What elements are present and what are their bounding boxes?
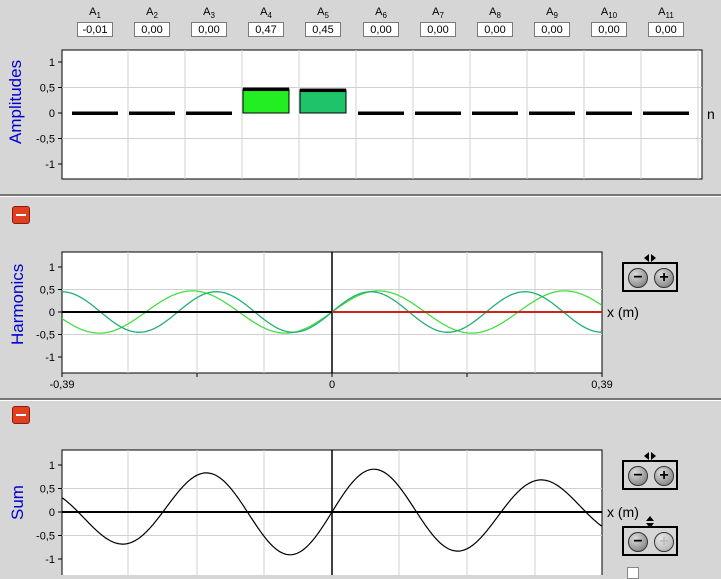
amplitude-label: A6 — [375, 6, 387, 21]
amplitude-bar-cap-1 — [72, 111, 118, 115]
collapse-sum-button[interactable] — [12, 406, 30, 424]
y-tick-label: -0,5 — [36, 330, 55, 342]
amplitude-label: A4 — [260, 6, 272, 21]
y-tick-label: 0,5 — [40, 484, 55, 496]
x-tick-label: 0,39 — [591, 379, 612, 391]
y-tick-label: 1 — [49, 460, 55, 472]
x-axis-unit: n — [707, 106, 715, 122]
x-tick-label: -0,39 — [49, 379, 74, 391]
amplitude-bar-cap-8 — [472, 111, 518, 115]
amplitude-column-11: A11 0,00 — [646, 3, 686, 37]
amplitude-input-7[interactable]: 0,00 — [420, 22, 456, 37]
amplitude-input-11[interactable]: 0,00 — [648, 22, 684, 37]
amplitude-column-10: A10 0,00 — [589, 3, 629, 37]
amplitude-bar-5 — [299, 89, 347, 114]
amplitude-label: A3 — [203, 6, 215, 21]
zoom-in-button[interactable]: + — [654, 466, 674, 486]
x-axis-unit: x (m) — [607, 304, 639, 320]
amplitude-column-2: A2 0,00 — [132, 3, 172, 37]
amplitude-input-4[interactable]: 0,47 — [248, 22, 284, 37]
amplitude-column-6: A6 0,00 — [361, 3, 401, 37]
amplitude-bar-cap-3 — [186, 111, 232, 115]
y-tick-label: 0,5 — [40, 83, 55, 95]
amplitude-column-8: A8 0,00 — [475, 3, 515, 37]
amplitude-label: A9 — [546, 6, 558, 21]
vertical-arrows-icon — [646, 516, 654, 528]
y-tick-label: 1 — [49, 57, 55, 69]
zoom-out-button[interactable]: − — [628, 532, 648, 552]
sum-horizontal-zoom: − + — [622, 452, 678, 490]
horizontal-arrows-icon — [644, 254, 656, 262]
amplitude-input-8[interactable]: 0,00 — [477, 22, 513, 37]
options-checkbox[interactable] — [627, 567, 639, 579]
amplitude-bar-cap-5 — [300, 88, 346, 93]
amplitude-input-9[interactable]: 0,00 — [534, 22, 570, 37]
zoom-out-button[interactable]: − — [628, 268, 648, 288]
harmonics-chart: 1 0,5 0 -0,5 -1 -0,39 0 0,39 x (m) — [36, 251, 639, 391]
amplitude-input-2[interactable]: 0,00 — [134, 22, 170, 37]
sum-vertical-zoom: − + — [622, 516, 678, 556]
panel-divider — [0, 398, 721, 401]
y-tick-label: -1 — [45, 554, 55, 566]
zoom-in-button[interactable]: + — [654, 268, 674, 288]
amplitude-input-3[interactable]: 0,00 — [191, 22, 227, 37]
amplitude-label: A11 — [658, 6, 674, 21]
amplitude-label: A10 — [600, 6, 618, 21]
zoom-in-button-disabled[interactable]: + — [654, 532, 674, 552]
x-axis-unit: x (m) — [607, 504, 639, 520]
panel-divider — [0, 194, 721, 197]
y-tick-label: -1 — [45, 352, 55, 364]
horizontal-arrows-icon — [644, 452, 656, 460]
y-tick-label: 1 — [49, 262, 55, 274]
amplitude-column-3: A3 0,00 — [189, 3, 229, 37]
y-tick-label: 0,5 — [40, 285, 55, 297]
amplitude-label: A1 — [89, 6, 101, 21]
amplitude-input-10[interactable]: 0,00 — [591, 22, 627, 37]
y-tick-label: 0 — [49, 108, 55, 120]
y-tick-label: 0 — [49, 507, 55, 519]
collapse-harmonics-button[interactable] — [12, 206, 30, 224]
amplitude-column-9: A9 0,00 — [532, 3, 572, 37]
amplitude-bar-cap-4 — [243, 87, 289, 92]
amplitude-column-5: A5 0,45 — [303, 3, 343, 37]
amplitude-label: A8 — [489, 6, 501, 21]
amplitude-column-7: A7 0,00 — [418, 3, 458, 37]
amplitude-input-6[interactable]: 0,00 — [363, 22, 399, 37]
y-tick-label: -1 — [45, 159, 55, 171]
amplitude-bar-cap-2 — [129, 111, 175, 115]
amplitude-input-1[interactable]: -0,01 — [77, 22, 113, 37]
amplitude-column-4: A4 0,47 — [246, 3, 286, 37]
y-tick-label: -0,5 — [36, 134, 55, 146]
sum-chart: 1 0,5 0 -0,5 -1 x (m) — [36, 449, 639, 575]
y-tick-label: 0 — [49, 307, 55, 319]
fourier-simulation: A1 -0,01 A2 0,00 A3 0,00 A4 0,47 A5 0,45 A6 0,00 A7 0… — [0, 0, 721, 579]
amplitude-bar-cap-9 — [529, 111, 575, 115]
amplitude-bar-4 — [242, 88, 290, 114]
amplitude-label: A2 — [146, 6, 158, 21]
amplitude-input-5[interactable]: 0,45 — [305, 22, 341, 37]
amplitude-bar-cap-11 — [643, 111, 689, 115]
x-tick-label: 0 — [329, 379, 335, 391]
amplitude-label: A7 — [432, 6, 444, 21]
amplitude-column-1: A1 -0,01 — [75, 3, 115, 37]
amplitude-label: A5 — [317, 6, 329, 21]
amplitude-bar-cap-10 — [586, 111, 632, 115]
amplitudes-chart: 1 0,5 0 -0,5 -1 n — [36, 49, 715, 180]
harmonics-horizontal-zoom: − + — [622, 254, 678, 292]
zoom-out-button[interactable]: − — [628, 466, 648, 486]
amplitude-bar-cap-7 — [415, 111, 461, 115]
amplitude-bar-cap-6 — [358, 111, 404, 115]
y-tick-label: -0,5 — [36, 531, 55, 543]
